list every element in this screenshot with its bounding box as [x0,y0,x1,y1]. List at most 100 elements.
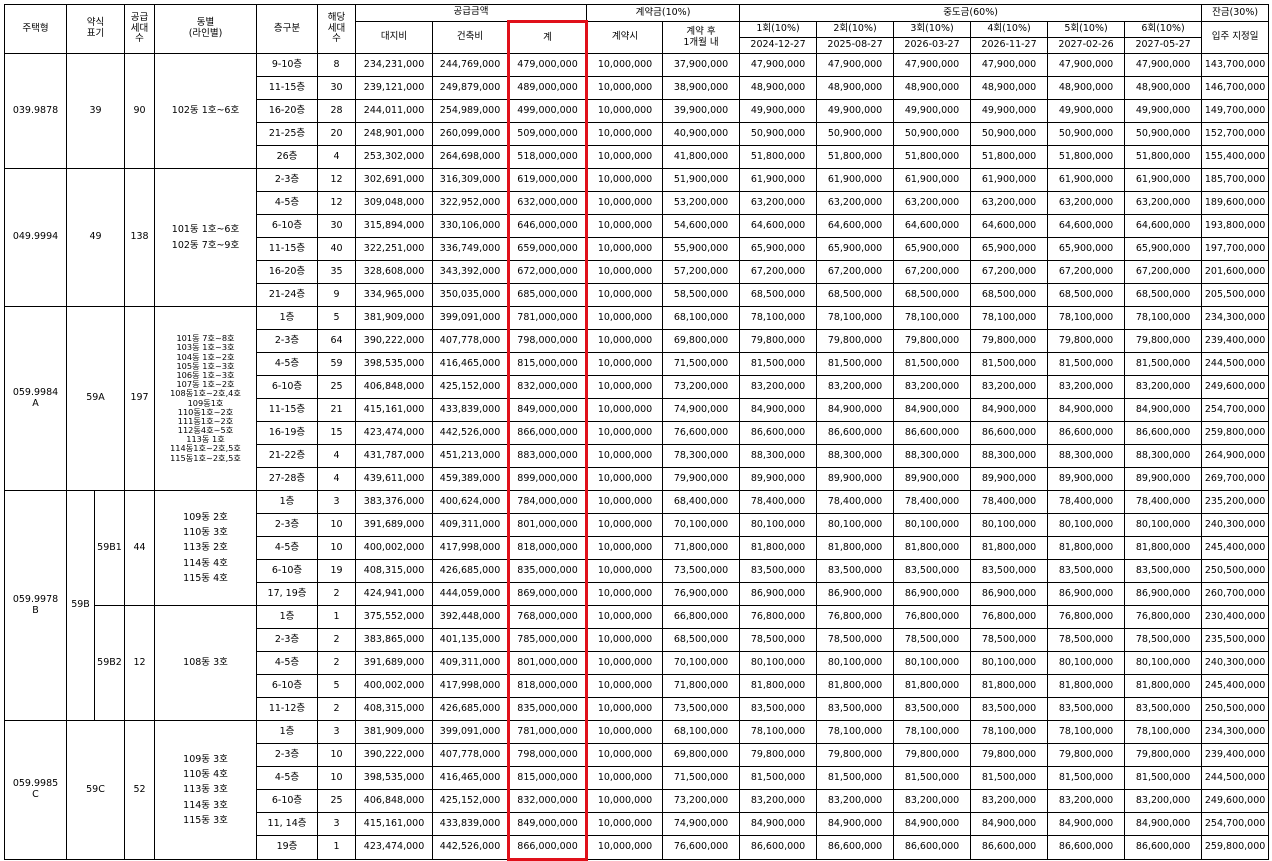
deposit-after-cell: 71,800,000 [662,674,741,698]
header-balance: 잔금(30%) [1201,4,1270,22]
land-cost-cell: 398,535,000 [355,766,434,790]
deposit-after-cell: 69,800,000 [662,329,741,353]
middle-payment-cell: 86,600,000 [739,835,818,860]
middle-payment-cell: 83,500,000 [893,697,972,721]
total-price-cell: 801,000,000 [507,651,589,675]
deposit-after-cell: 73,500,000 [662,697,741,721]
sub-type-cell: 59B2 [93,605,126,721]
middle-payment-cell: 79,800,000 [893,329,972,353]
middle-payment-cell: 83,200,000 [970,375,1049,399]
deposit-after-cell: 38,900,000 [662,76,741,100]
header-round-label: 1회(10%) [739,21,818,38]
balance-cell: 244,500,000 [1201,352,1270,376]
middle-payment-cell: 49,900,000 [1047,99,1126,123]
land-cost-cell: 390,222,000 [355,743,434,767]
unit-count-cell: 10 [317,743,357,767]
unit-count-cell: 10 [317,766,357,790]
floor-range-cell: 6-10층 [256,214,319,238]
middle-payment-cell: 68,500,000 [816,283,895,307]
middle-payment-cell: 80,100,000 [739,651,818,675]
balance-cell: 269,700,000 [1201,467,1270,491]
middle-payment-cell: 83,200,000 [816,789,895,813]
middle-payment-cell: 83,200,000 [1124,375,1203,399]
land-cost-cell: 244,011,000 [355,99,434,123]
middle-payment-cell: 78,100,000 [1047,720,1126,744]
middle-payment-cell: 81,800,000 [739,674,818,698]
total-price-cell: 866,000,000 [507,835,589,861]
middle-payment-cell: 68,500,000 [739,283,818,307]
middle-payment-cell: 83,200,000 [1047,789,1126,813]
total-price-cell: 835,000,000 [507,697,589,721]
abbr-cell: 39 [65,53,126,169]
deposit-on-contract-cell: 10,000,000 [586,766,664,790]
balance-cell: 235,200,000 [1201,490,1270,514]
middle-payment-cell: 47,900,000 [1047,53,1126,77]
balance-cell: 240,300,000 [1201,651,1270,675]
deposit-after-cell: 71,500,000 [662,352,741,376]
middle-payment-cell: 79,800,000 [1124,743,1203,767]
deposit-on-contract-cell: 10,000,000 [586,352,664,376]
total-price-cell: 883,000,000 [507,444,589,468]
unit-count-cell: 12 [317,191,357,215]
total-price-cell: 768,000,000 [507,605,589,629]
middle-payment-cell: 80,100,000 [893,651,972,675]
middle-payment-cell: 67,200,000 [1124,260,1203,284]
middle-payment-cell: 89,900,000 [1124,467,1203,491]
land-cost-cell: 423,474,000 [355,835,434,860]
balance-cell: 239,400,000 [1201,329,1270,353]
total-price-cell: 489,000,000 [507,76,589,100]
deposit-on-contract-cell: 10,000,000 [586,53,664,77]
floor-range-cell: 1층 [256,306,319,330]
deposit-after-cell: 76,900,000 [662,582,741,606]
middle-payment-cell: 50,900,000 [1047,122,1126,146]
building-cost-cell: 407,778,000 [432,329,510,353]
middle-payment-cell: 83,500,000 [1124,697,1203,721]
floor-range-cell: 16-20층 [256,260,319,284]
supply-units-cell: 44 [124,490,156,606]
middle-payment-cell: 86,600,000 [970,421,1049,445]
unit-count-cell: 3 [317,490,357,514]
total-price-cell: 815,000,000 [507,766,589,790]
balance-cell: 254,700,000 [1201,398,1270,422]
unit-count-cell: 8 [317,53,357,77]
middle-payment-cell: 78,100,000 [816,306,895,330]
header-dong: 동별 (라인별) [154,4,258,54]
deposit-after-cell: 57,200,000 [662,260,741,284]
building-cost-cell: 330,106,000 [432,214,510,238]
middle-payment-cell: 81,500,000 [739,352,818,376]
housing-type-cell: 039.9878 [4,53,67,169]
deposit-on-contract-cell: 10,000,000 [586,674,664,698]
building-cost-cell: 426,685,000 [432,697,510,721]
header-balance-when: 입주 지정일 [1201,21,1270,54]
middle-payment-cell: 86,600,000 [739,421,818,445]
deposit-on-contract-cell: 10,000,000 [586,122,664,146]
unit-count-cell: 25 [317,375,357,399]
balance-cell: 205,500,000 [1201,283,1270,307]
middle-payment-cell: 89,900,000 [739,467,818,491]
dong-line-cell: 101동 1호~6호 102동 7호~9호 [154,168,258,307]
middle-payment-cell: 48,900,000 [1124,76,1203,100]
unit-count-cell: 5 [317,306,357,330]
deposit-after-cell: 51,900,000 [662,168,741,192]
building-cost-cell: 316,309,000 [432,168,510,192]
building-cost-cell: 416,465,000 [432,766,510,790]
middle-payment-cell: 76,800,000 [893,605,972,629]
unit-count-cell: 30 [317,214,357,238]
middle-payment-cell: 61,900,000 [970,168,1049,192]
middle-payment-cell: 78,100,000 [1124,720,1203,744]
deposit-after-cell: 37,900,000 [662,53,741,77]
middle-payment-cell: 78,100,000 [1124,306,1203,330]
unit-count-cell: 15 [317,421,357,445]
middle-payment-cell: 76,800,000 [739,605,818,629]
land-cost-cell: 424,941,000 [355,582,434,606]
header-deposit-on-contract: 계약시 [586,21,664,54]
middle-payment-cell: 50,900,000 [893,122,972,146]
balance-cell: 230,400,000 [1201,605,1270,629]
middle-payment-cell: 86,600,000 [1047,421,1126,445]
middle-payment-cell: 79,800,000 [739,743,818,767]
middle-payment-cell: 61,900,000 [1047,168,1126,192]
land-cost-cell: 391,689,000 [355,513,434,537]
middle-payment-cell: 61,900,000 [739,168,818,192]
middle-payment-cell: 81,800,000 [1047,536,1126,560]
balance-cell: 249,600,000 [1201,375,1270,399]
